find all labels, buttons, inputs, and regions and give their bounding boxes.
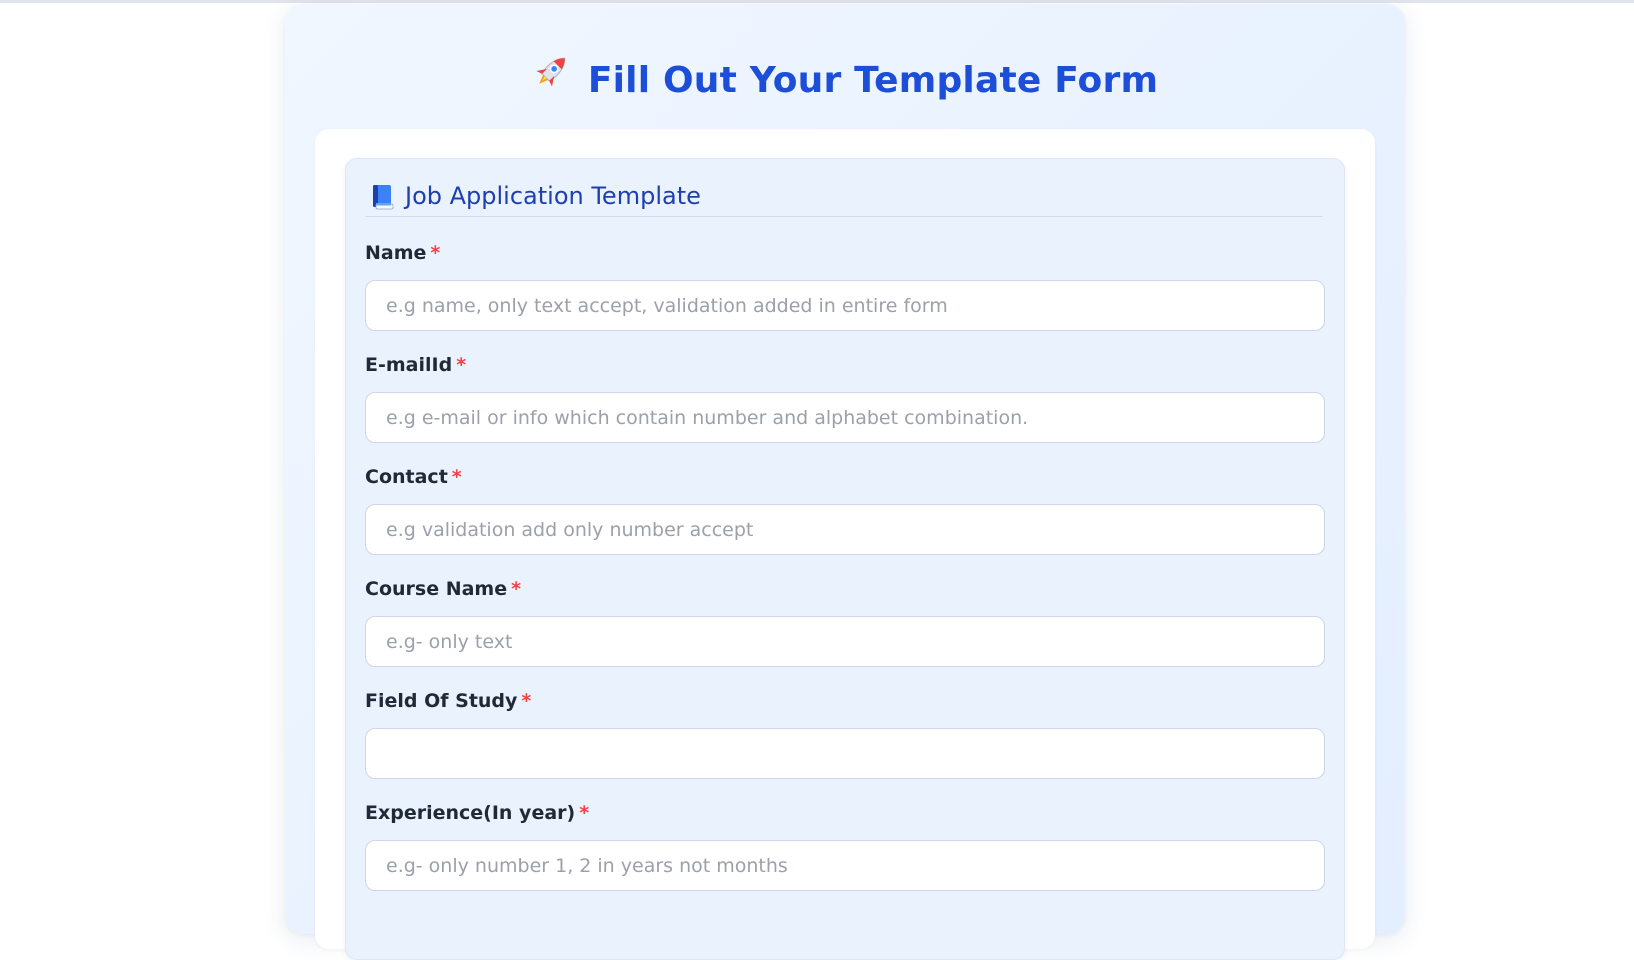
required-marker: * (511, 578, 522, 600)
name-input[interactable] (365, 280, 1325, 331)
required-marker: * (521, 690, 532, 712)
experience-field: Experience(In year) * (365, 801, 1325, 891)
email-input[interactable] (365, 392, 1325, 443)
experience-input[interactable] (365, 840, 1325, 891)
page-title-text: Fill Out Your Template Form (587, 60, 1159, 101)
field-of-study-input[interactable] (365, 728, 1325, 779)
rocket-icon (532, 51, 572, 105)
experience-label: Experience(In year) * (365, 802, 590, 824)
section-title: Job Application Template (405, 182, 701, 210)
name-field: Name * (365, 241, 1325, 331)
form-container: Job Application Template Name* E-mailId*… (315, 129, 1375, 960)
contact-label: Contact * (365, 466, 462, 488)
email-label: E-mailId * (365, 354, 467, 376)
name-label: Name * (365, 242, 441, 264)
course-name-field: Course Name * (365, 577, 1325, 667)
field-of-study-field: Field Of Study * (365, 689, 1325, 779)
field-of-study-label: Field Of Study * (365, 690, 532, 712)
required-marker: * (451, 466, 462, 488)
contact-input[interactable] (365, 504, 1325, 555)
contact-field: Contact * (365, 465, 1325, 555)
required-marker: * (456, 354, 467, 376)
required-marker: * (430, 242, 441, 264)
form-card: Fill Out Your Template Form Job Applicat… (285, 4, 1405, 960)
browser-top-border (0, 0, 1634, 3)
email-field: E-mailId * (365, 353, 1325, 443)
section-header: Job Application Template (365, 178, 1323, 217)
course-name-label: Course Name * (365, 578, 522, 600)
course-name-input[interactable] (365, 616, 1325, 667)
required-marker: * (579, 802, 590, 824)
template-section: Job Application Template Name* E-mailId*… (345, 158, 1345, 960)
page-title: Fill Out Your Template Form (285, 56, 1405, 106)
blue-book-icon (371, 184, 395, 215)
